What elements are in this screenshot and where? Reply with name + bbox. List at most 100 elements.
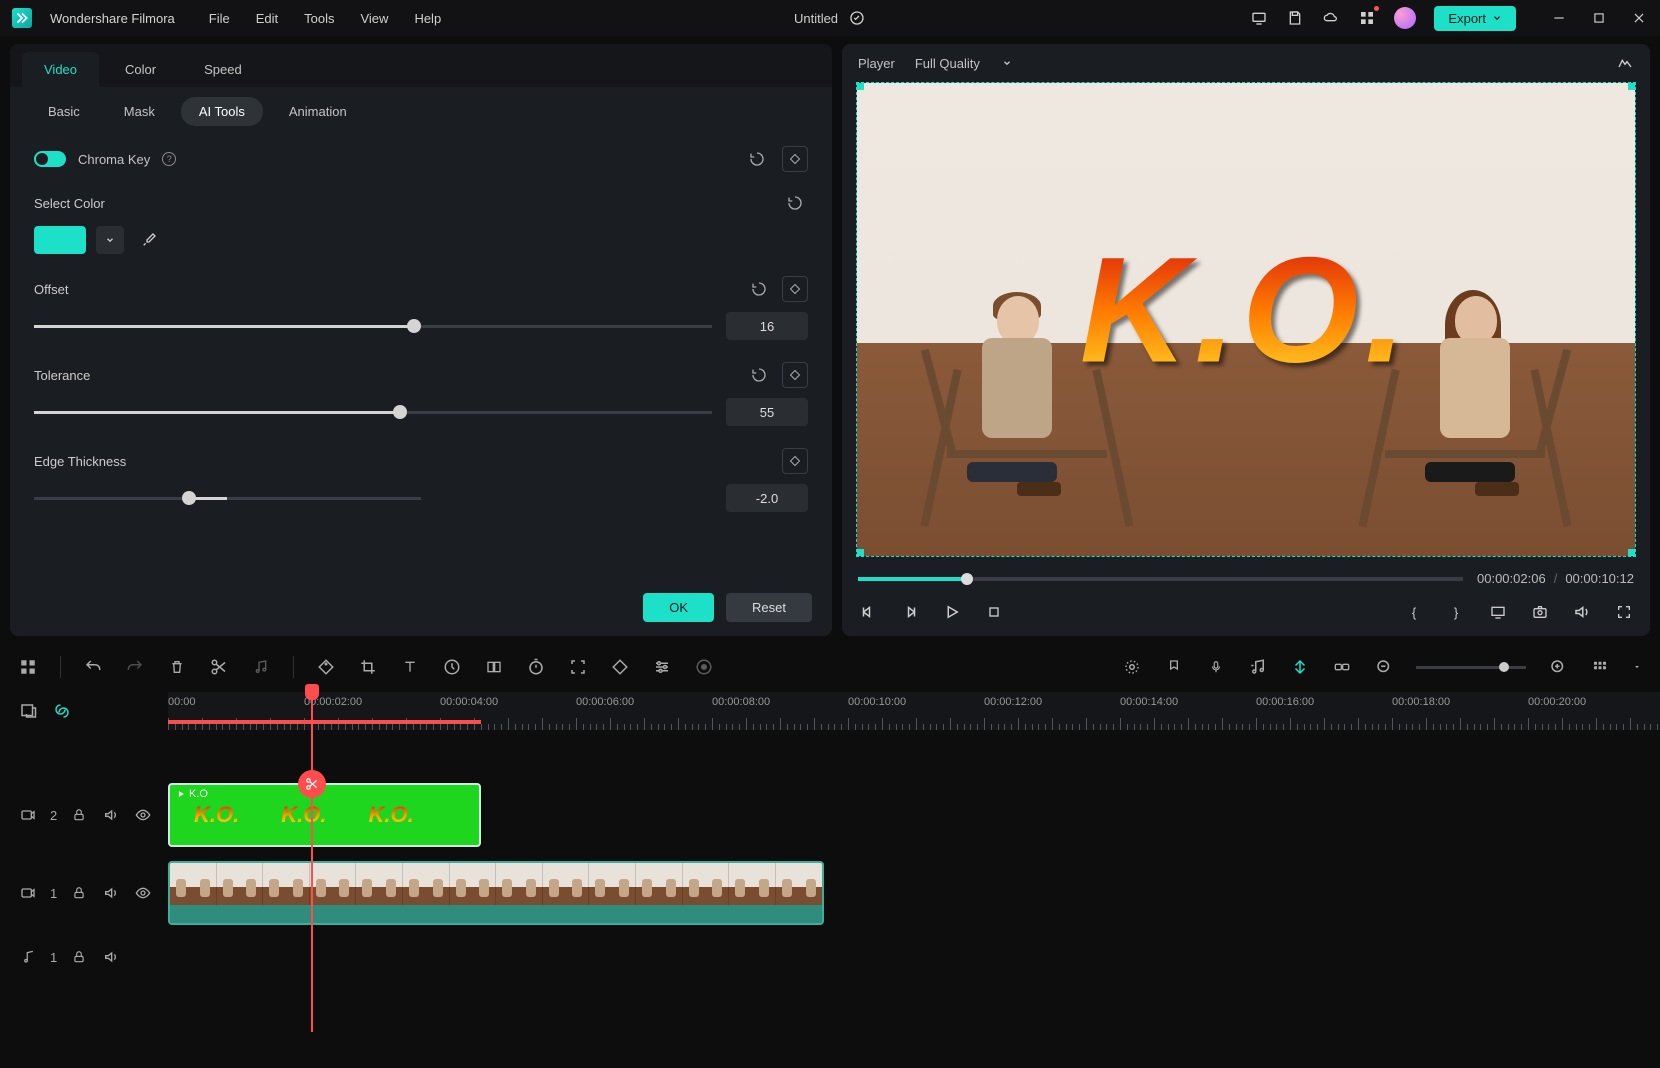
fullscreen-icon[interactable] <box>1614 602 1634 622</box>
reset-section-icon[interactable] <box>744 146 770 172</box>
voiceover-icon[interactable] <box>1206 657 1226 677</box>
save-icon[interactable] <box>1286 9 1304 27</box>
lock-icon[interactable] <box>69 805 89 825</box>
track-view-dropdown[interactable] <box>1632 657 1642 677</box>
lock-icon[interactable] <box>69 947 89 967</box>
offset-slider[interactable] <box>34 325 712 328</box>
menu-tools[interactable]: Tools <box>304 11 334 26</box>
color-dropdown[interactable] <box>96 226 124 254</box>
mark-out-icon[interactable]: } <box>1446 602 1466 622</box>
subtab-animation[interactable]: Animation <box>271 97 365 126</box>
display-icon[interactable] <box>1488 602 1508 622</box>
window-maximize[interactable] <box>1590 9 1608 27</box>
delete-icon[interactable] <box>167 657 187 677</box>
window-close[interactable] <box>1630 9 1648 27</box>
playhead[interactable] <box>311 692 313 1032</box>
snap-icon[interactable] <box>1290 657 1310 677</box>
reset-button[interactable]: Reset <box>726 593 812 622</box>
redo-icon[interactable] <box>125 657 145 677</box>
export-button[interactable]: Export <box>1434 6 1516 31</box>
reset-tolerance-icon[interactable] <box>746 362 772 388</box>
clip-ko[interactable]: K.O K.O. K.O. K.O. <box>168 783 481 847</box>
timer-icon[interactable] <box>526 657 546 677</box>
cloud-sync-icon[interactable] <box>848 9 866 27</box>
keyframe-edge-icon[interactable] <box>782 448 808 474</box>
subtab-basic[interactable]: Basic <box>30 97 98 126</box>
subtab-mask[interactable]: Mask <box>106 97 173 126</box>
preview-viewport[interactable]: K.O. <box>856 82 1636 557</box>
track-view-icon[interactable] <box>1590 657 1610 677</box>
speed-icon[interactable] <box>442 657 462 677</box>
volume-icon[interactable] <box>1572 602 1592 622</box>
prev-frame-icon[interactable] <box>858 602 878 622</box>
snapshot-icon[interactable] <box>1530 602 1550 622</box>
ok-button[interactable]: OK <box>643 593 714 622</box>
tolerance-slider[interactable] <box>34 411 712 414</box>
tag-icon[interactable] <box>316 657 336 677</box>
record-icon[interactable] <box>694 657 714 677</box>
subtab-ai-tools[interactable]: AI Tools <box>181 97 263 126</box>
transform-handle[interactable] <box>1628 82 1636 90</box>
offset-value[interactable]: 16 <box>726 312 808 340</box>
monitor-icon[interactable] <box>1250 9 1268 27</box>
edge-value[interactable]: -2.0 <box>726 484 808 512</box>
mute-icon[interactable] <box>101 947 121 967</box>
zoom-out-icon[interactable] <box>1374 657 1394 677</box>
transform-handle[interactable] <box>856 549 864 557</box>
tab-speed[interactable]: Speed <box>182 52 264 87</box>
color-match-icon[interactable] <box>484 657 504 677</box>
clip-video[interactable]: unnamed <box>168 861 824 925</box>
help-icon[interactable]: ? <box>162 152 176 166</box>
link-icon[interactable] <box>1332 657 1352 677</box>
eyedropper-icon[interactable] <box>140 231 158 249</box>
chroma-key-toggle[interactable] <box>34 151 66 167</box>
lock-icon[interactable] <box>69 883 89 903</box>
user-avatar[interactable] <box>1394 7 1416 29</box>
menu-view[interactable]: View <box>360 11 388 26</box>
visibility-icon[interactable] <box>133 883 153 903</box>
focus-icon[interactable] <box>568 657 588 677</box>
edge-slider[interactable] <box>34 497 421 500</box>
player-scrubber[interactable] <box>858 577 1463 581</box>
menu-help[interactable]: Help <box>414 11 441 26</box>
next-frame-icon[interactable] <box>900 602 920 622</box>
split-icon[interactable] <box>209 657 229 677</box>
cloud-icon[interactable] <box>1322 9 1340 27</box>
work-region[interactable] <box>168 720 481 724</box>
crop-icon[interactable] <box>358 657 378 677</box>
reset-color-icon[interactable] <box>782 190 808 216</box>
quality-dropdown[interactable]: Full Quality <box>915 56 1012 71</box>
reset-offset-icon[interactable] <box>746 276 772 302</box>
transform-handle[interactable] <box>1628 549 1636 557</box>
undo-icon[interactable] <box>83 657 103 677</box>
auto-ripple-icon[interactable] <box>1122 657 1142 677</box>
mute-icon[interactable] <box>101 883 121 903</box>
add-track-icon[interactable] <box>18 701 38 721</box>
mute-icon[interactable] <box>101 805 121 825</box>
keyframe-tolerance-icon[interactable] <box>782 362 808 388</box>
tolerance-value[interactable]: 55 <box>726 398 808 426</box>
color-swatch[interactable] <box>34 226 86 254</box>
apps-icon[interactable] <box>1358 9 1376 27</box>
scope-icon[interactable] <box>1616 54 1634 72</box>
keyframe-offset-icon[interactable] <box>782 276 808 302</box>
mark-in-icon[interactable]: { <box>1404 602 1424 622</box>
music-icon[interactable] <box>251 657 271 677</box>
visibility-icon[interactable] <box>133 805 153 825</box>
menu-file[interactable]: File <box>209 11 230 26</box>
transform-handle[interactable] <box>856 82 864 90</box>
timeline-ruler[interactable]: 00:0000:00:02:0000:00:04:0000:00:06:0000… <box>168 692 1660 730</box>
stop-icon[interactable] <box>984 602 1004 622</box>
tab-color[interactable]: Color <box>103 52 178 87</box>
zoom-in-icon[interactable] <box>1548 657 1568 677</box>
tab-video[interactable]: Video <box>22 52 99 87</box>
play-icon[interactable] <box>942 602 962 622</box>
adjust-icon[interactable] <box>652 657 672 677</box>
zoom-slider[interactable] <box>1416 666 1526 669</box>
auto-reframe-icon[interactable] <box>52 701 72 721</box>
layout-grid-icon[interactable] <box>18 657 38 677</box>
menu-edit[interactable]: Edit <box>256 11 278 26</box>
marker-icon[interactable] <box>1164 657 1184 677</box>
text-icon[interactable] <box>400 657 420 677</box>
audio-mix-icon[interactable] <box>1248 657 1268 677</box>
